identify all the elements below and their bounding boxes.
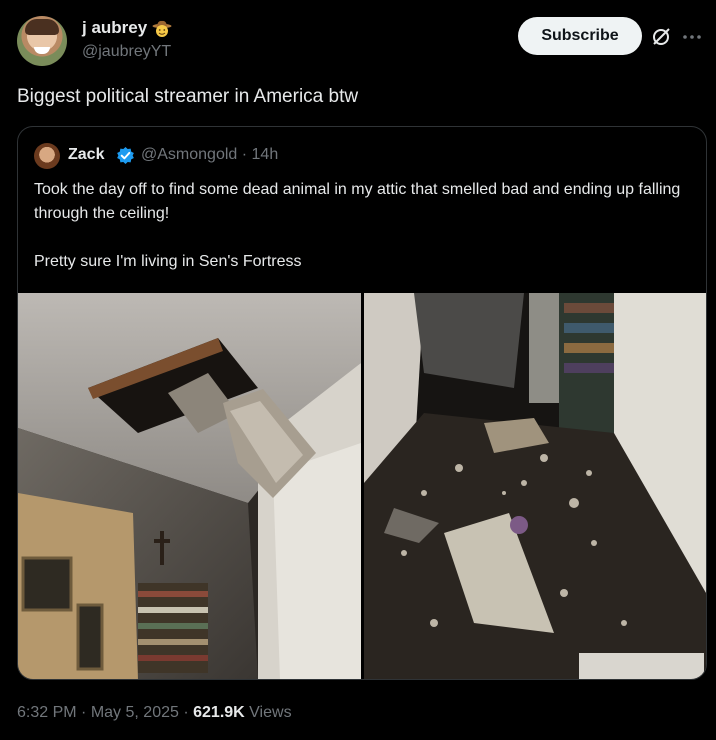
quoted-author-avatar[interactable] [34, 143, 60, 169]
grok-icon[interactable] [650, 26, 672, 48]
quoted-post-paragraph: Took the day off to find some dead anima… [34, 181, 681, 222]
photo-ceiling-hole[interactable] [18, 293, 361, 679]
photo-floor-debris[interactable] [364, 293, 706, 679]
author-handle[interactable]: @jaubreyYT [82, 43, 171, 61]
meta-separator: · [183, 704, 189, 721]
post-metadata: 6:32 PM · May 5, 2025 · 621.9K Views [17, 704, 292, 722]
quoted-post-paragraph: Pretty sure I'm living in Sen's Fortress [34, 253, 302, 270]
author-avatar[interactable] [17, 16, 67, 66]
post-text: Biggest political streamer in America bt… [17, 86, 359, 107]
media-gallery [18, 293, 706, 679]
more-icon[interactable] [681, 26, 703, 48]
quoted-author-name[interactable]: Zack [68, 146, 104, 164]
post: j aubrey @jaubreyYT Subscribe Biggest po… [0, 0, 716, 740]
view-count: 621.9K [193, 704, 245, 721]
verified-badge-icon [117, 146, 134, 165]
views-label: Views [249, 704, 292, 721]
meta-separator: · [81, 704, 87, 721]
quoted-post[interactable]: Zack @Asmongold · 14h Took the day off t… [17, 126, 707, 680]
author-display-name[interactable]: j aubrey [82, 18, 147, 38]
post-time[interactable]: 6:32 PM [17, 704, 77, 721]
quoted-author-handle-time[interactable]: @Asmongold · 14h [141, 146, 278, 164]
subscribe-button[interactable]: Subscribe [518, 17, 642, 55]
cowboy-emoji-icon [152, 20, 172, 37]
quoted-post-text: Took the day off to find some dead anima… [34, 178, 694, 274]
post-date[interactable]: May 5, 2025 [91, 704, 179, 721]
